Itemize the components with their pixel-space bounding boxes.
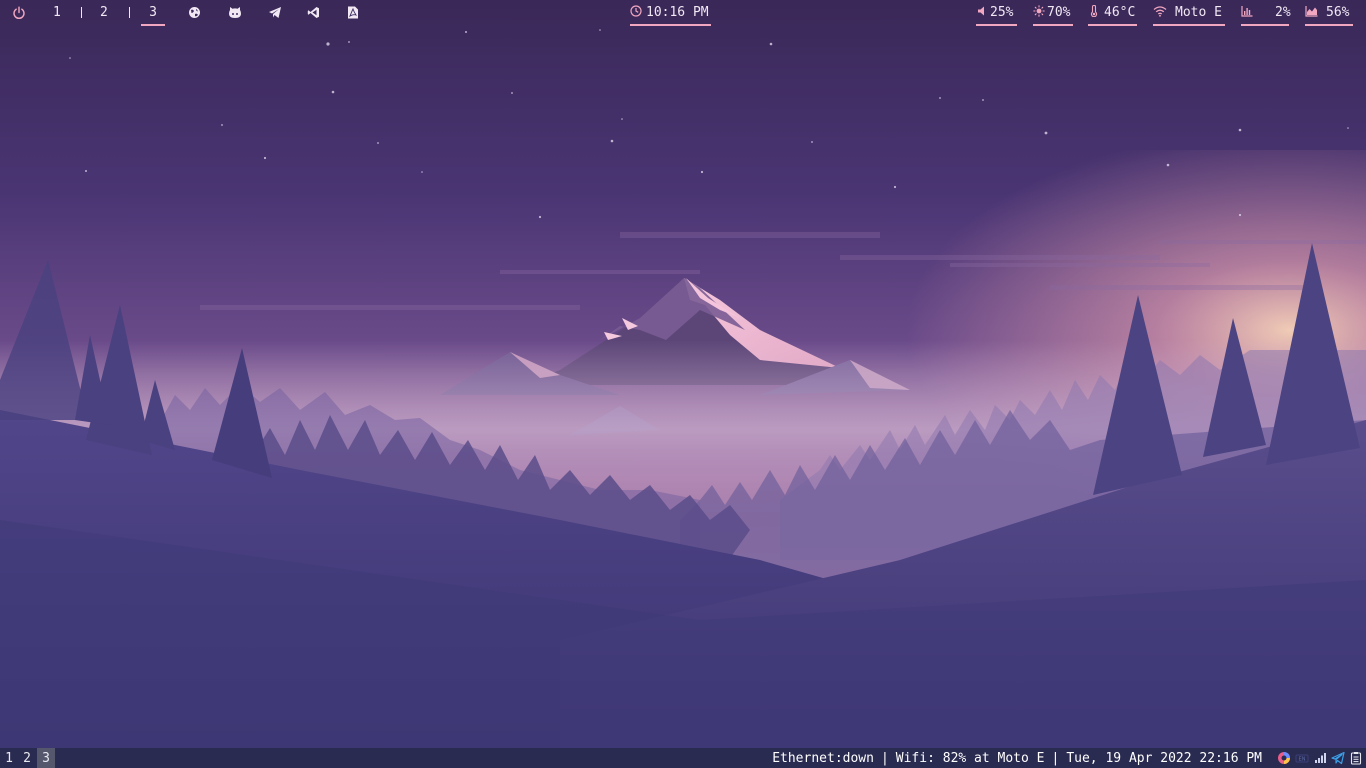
brightness-module[interactable]: 70% [1033,0,1073,26]
clipboard-icon[interactable] [1349,751,1363,765]
clock-text: 10:16 PM [646,5,709,20]
top-bar: 1 2 3 10:16 PM 25% 70% 46°C Moto E 2% 56… [0,0,1366,28]
memory-chart-icon [1305,5,1318,17]
bottom-workspace-1[interactable]: 1 [0,748,18,768]
cpu-module[interactable]: 2% [1241,0,1291,26]
temperature-text: 46°C [1104,5,1136,20]
workspace-1[interactable]: 1 [53,0,61,26]
vscode-icon[interactable] [307,6,321,20]
color-picker-icon[interactable] [1277,751,1291,765]
ethernet-status: Ethernet:down [772,751,874,766]
bottom-bar: 1 2 3 Ethernet:down | Wifi: 82% at Moto E |… [0,748,1366,768]
temperature-module[interactable]: 46°C [1088,0,1137,26]
memory-text: 56% [1326,5,1350,20]
volume-text: 25% [990,5,1014,20]
workspace-3-active[interactable]: 3 [141,0,165,26]
workspace-2[interactable]: 2 [100,0,108,26]
bottom-workspace-2[interactable]: 2 [18,748,36,768]
datetime-status: Tue, 19 Apr 2022 22:16 PM [1066,751,1262,766]
wifi-text: Moto E [1175,5,1222,20]
wallpaper [0,0,1366,768]
power-icon[interactable] [12,6,26,20]
svg-text:EN: EN [1299,757,1306,763]
brightness-icon [1033,5,1045,17]
cpu-chart-icon [1241,5,1253,17]
brightness-text: 70% [1047,5,1071,20]
status-line: Ethernet:down | Wifi: 82% at Moto E | Tue, 1… [772,748,1262,768]
workspace-separator [129,7,130,18]
telegram-icon[interactable] [268,6,282,20]
volume-module[interactable]: 25% [976,0,1017,26]
workspace-separator [81,7,82,18]
volume-icon [976,5,988,17]
memory-module[interactable]: 56% [1305,0,1353,26]
status-separator: | [1051,751,1060,766]
wifi-icon [1153,5,1167,17]
signal-icon[interactable] [1313,751,1327,765]
wifi-module[interactable]: Moto E [1153,0,1225,26]
keyboard-layout-icon[interactable]: EN [1295,751,1309,765]
pdf-icon[interactable] [347,6,361,20]
github-icon[interactable] [228,6,242,20]
clock-module[interactable]: 10:16 PM [630,0,711,26]
bottom-workspace-3-active[interactable]: 3 [37,748,55,768]
globe-icon[interactable] [188,6,202,20]
desktop: 1 2 3 10:16 PM 25% 70% 46°C Moto E 2% 56… [0,0,1366,768]
thermometer-icon [1088,5,1100,17]
clock-icon [630,5,642,17]
status-separator: | [880,751,889,766]
cpu-text: 2% [1275,5,1291,20]
telegram-tray-icon[interactable] [1331,751,1345,765]
wifi-status: Wifi: 82% at Moto E [895,751,1045,766]
